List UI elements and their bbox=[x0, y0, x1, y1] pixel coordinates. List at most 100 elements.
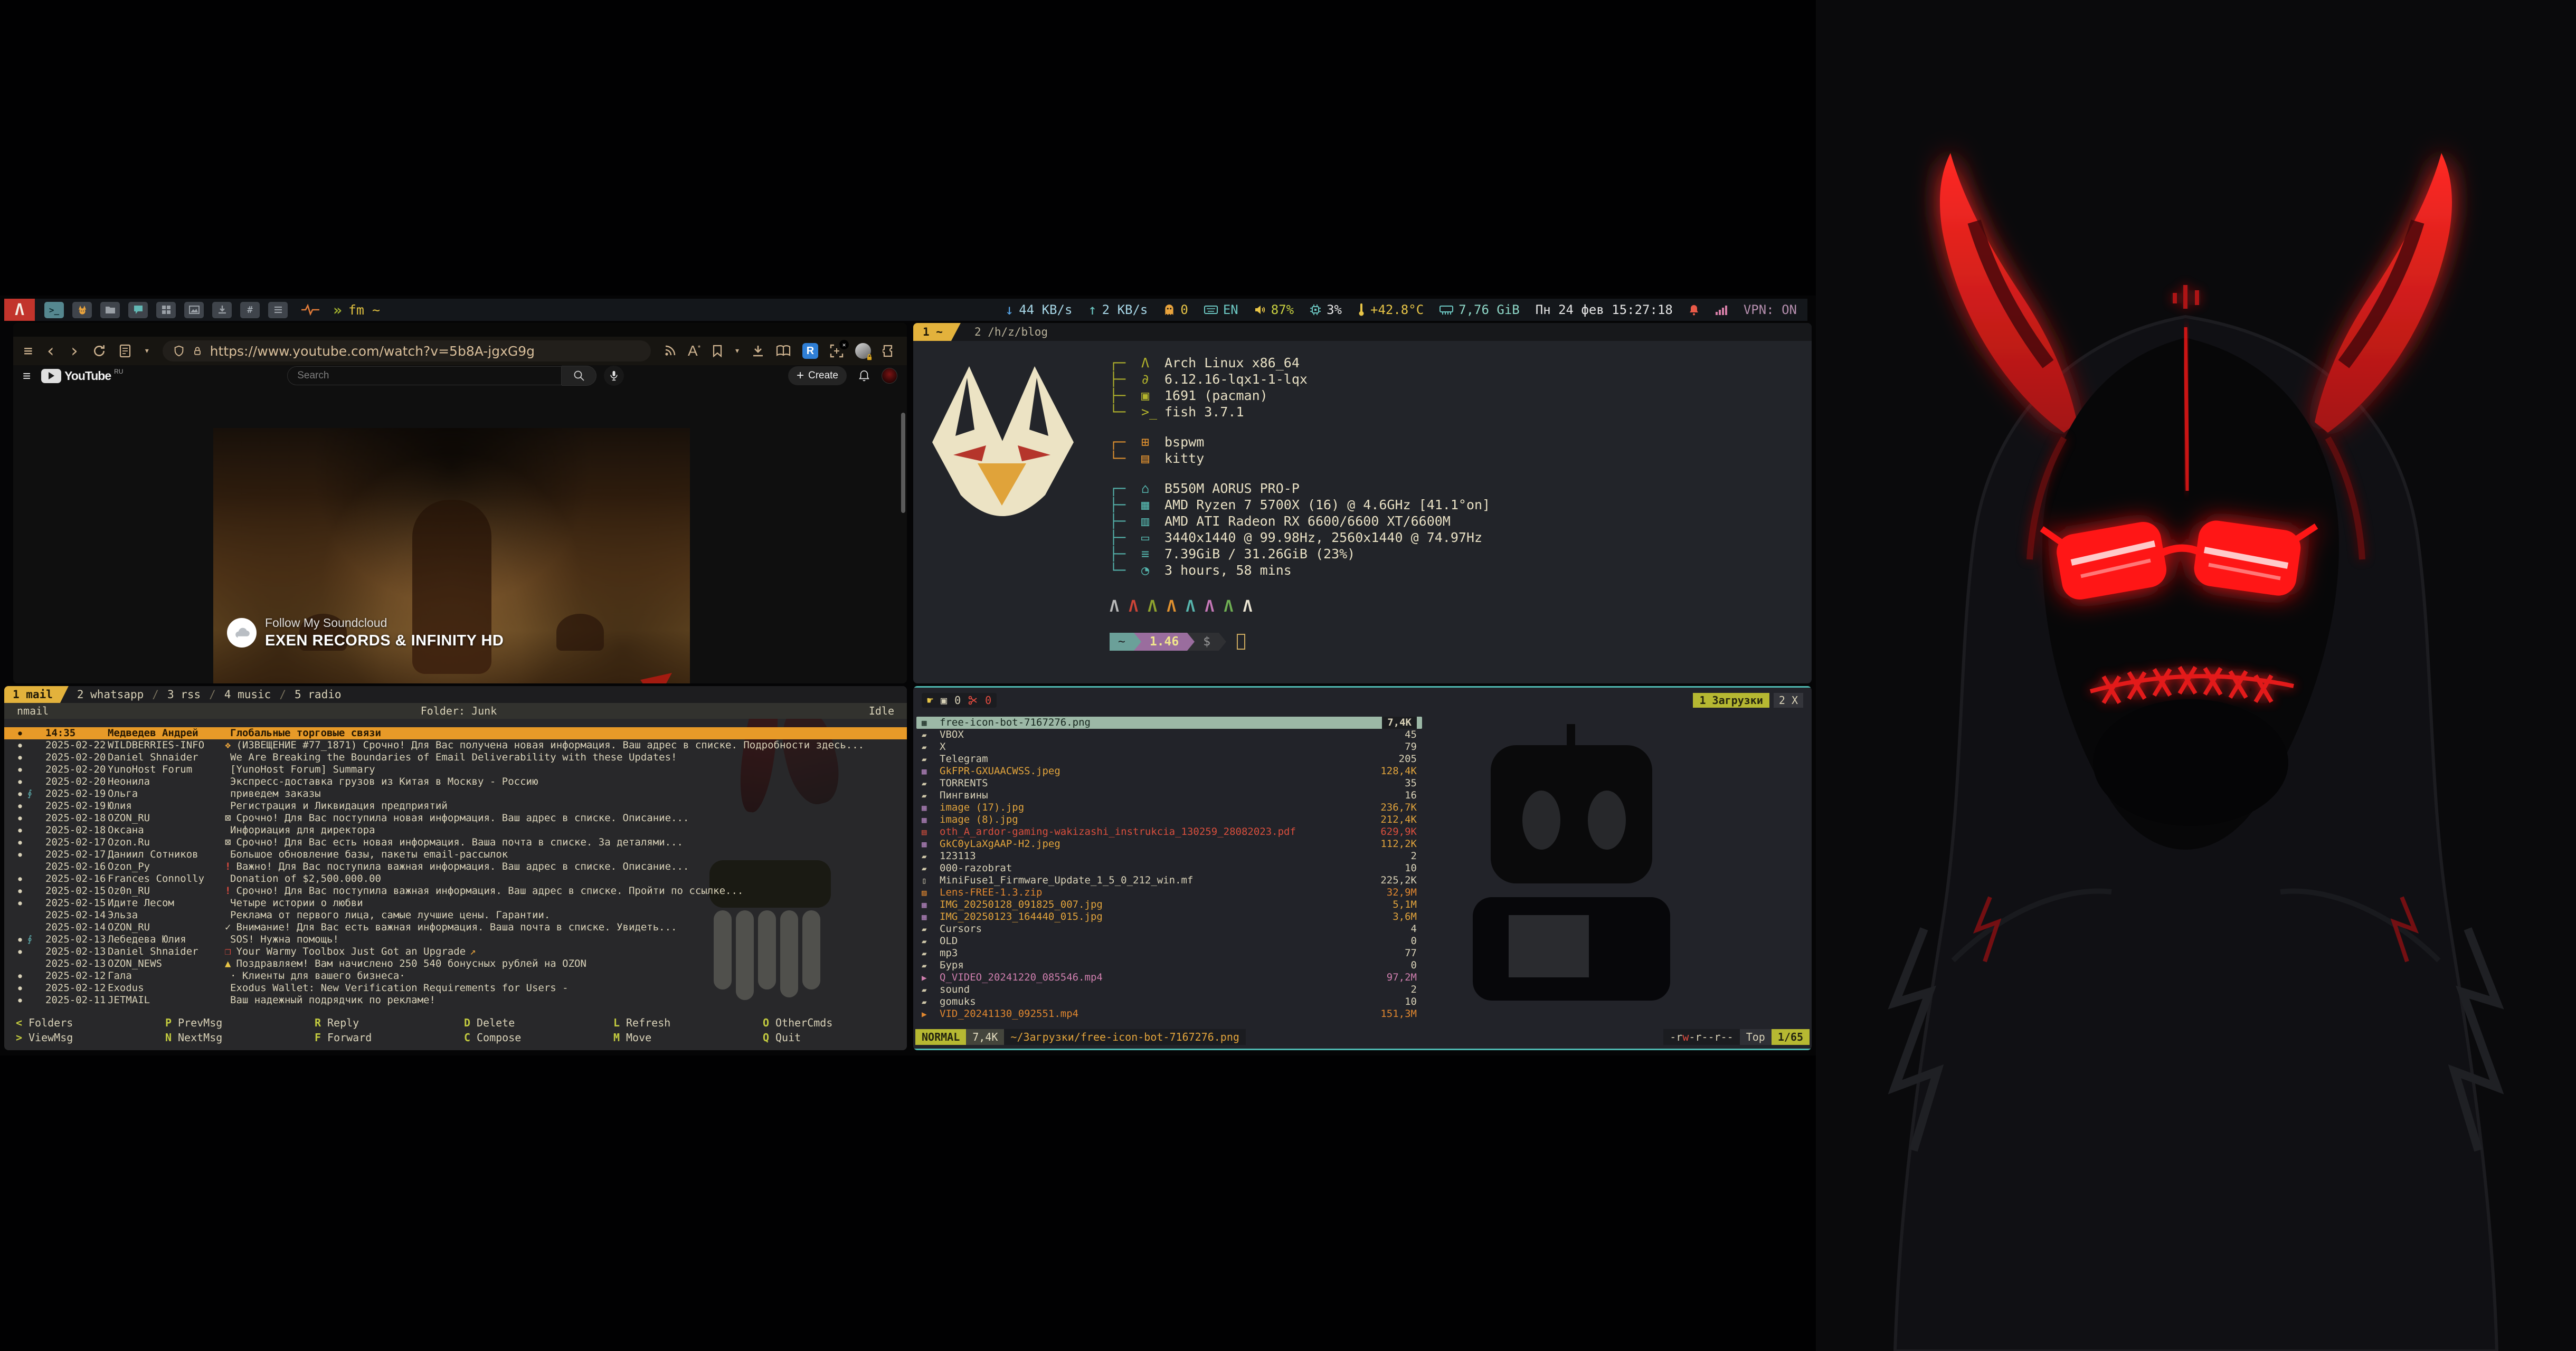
mail-tab[interactable]: 5 radio bbox=[271, 688, 341, 701]
translate-icon[interactable]: A* bbox=[688, 344, 700, 358]
net-down-module[interactable]: ↓ 44 KB/s bbox=[1005, 302, 1072, 318]
fm-file-row[interactable]: ▰ sound 2 bbox=[916, 984, 1422, 996]
mail-row[interactable]: ● 2025-02-18 OZON_RU ⊠Срочно! Для Вас по… bbox=[4, 812, 907, 824]
fm-file-row[interactable]: ▰ 123113 2 bbox=[916, 850, 1422, 862]
mail-row[interactable]: ● 2025-02-12 Гала · Клиенты для вашего б… bbox=[4, 970, 907, 982]
fm-file-row[interactable]: ▰ 000-razobrat 10 bbox=[916, 862, 1422, 874]
mail-row[interactable]: ● 2025-02-13 Daniel Shnaider ❒Your Warmy… bbox=[4, 946, 907, 958]
mail-tab[interactable]: 2 whatsapp bbox=[77, 688, 144, 701]
mail-row[interactable]: ● ∮ 2025-02-19 Ольга приведем заказы bbox=[4, 788, 907, 800]
avatar[interactable] bbox=[882, 368, 897, 384]
fm-file-row[interactable]: ▰ OLD 0 bbox=[916, 935, 1422, 947]
help-entry[interactable]: CCompose bbox=[452, 1032, 602, 1044]
create-button[interactable]: + Create bbox=[788, 366, 847, 385]
sidebar-reader-icon[interactable] bbox=[119, 344, 131, 358]
help-entry[interactable]: >ViewMsg bbox=[4, 1032, 154, 1044]
mail-row[interactable]: ● 2025-02-20 YunoHost Forum [YunoHost Fo… bbox=[4, 764, 907, 776]
fm-file-row[interactable]: ▰ TORRENTS 35 bbox=[916, 777, 1422, 789]
bookmark-icon[interactable] bbox=[712, 345, 723, 357]
fm-file-row[interactable]: ▦ GkFPR-GXUAACWSS.jpeg 128,4K bbox=[916, 765, 1422, 777]
cpu-module[interactable]: 3% bbox=[1310, 302, 1342, 317]
mail-row[interactable]: ● 2025-02-17 Даниил Сотников Большое обн… bbox=[4, 849, 907, 861]
help-entry[interactable]: QQuit bbox=[751, 1032, 901, 1044]
forward-icon[interactable]: › bbox=[69, 342, 79, 360]
reload-icon[interactable] bbox=[92, 344, 106, 358]
workspace-misc-icon[interactable]: # bbox=[240, 302, 260, 318]
bookmark-caret-icon[interactable]: ▾ bbox=[734, 346, 740, 356]
mail-row[interactable]: ● 2025-02-12 Exodus Exodus Wallet: New V… bbox=[4, 982, 907, 994]
browser-tab-strip[interactable] bbox=[13, 323, 907, 337]
workspace-files-icon[interactable] bbox=[100, 302, 120, 318]
mail-tab-active[interactable]: 1 mail bbox=[4, 686, 69, 703]
help-entry[interactable]: FForward bbox=[303, 1032, 452, 1044]
close-badge-icon[interactable]: ✕ bbox=[839, 340, 849, 349]
workspace-chat-icon[interactable] bbox=[128, 302, 148, 318]
voice-search-button[interactable] bbox=[604, 366, 624, 386]
fm-file-row[interactable]: ▰ gomuks 10 bbox=[916, 996, 1422, 1008]
clock-module[interactable]: Пн 24 фев 15:27:18 bbox=[1536, 302, 1673, 317]
mail-row[interactable]: ● ∮ 2025-02-13 Лебедева Юлия SOS! Нужна … bbox=[4, 934, 907, 946]
mail-row[interactable]: ● 2025-02-20 Неонила Экспресс-доставка г… bbox=[4, 776, 907, 788]
keyboard-layout-module[interactable]: EN bbox=[1204, 302, 1238, 317]
terminal-cursor[interactable] bbox=[1237, 634, 1245, 650]
extension-r-icon[interactable]: R bbox=[802, 343, 818, 359]
mail-row[interactable]: ● 2025-02-15 Oz0n_RU !Срочно! Для Вас по… bbox=[4, 885, 907, 897]
fm-file-row[interactable]: ▦ image (17).jpg 236,7K bbox=[916, 802, 1422, 814]
mail-row[interactable]: ● 2025-02-18 Оксана Инфориация для дирек… bbox=[4, 824, 907, 836]
net-up-module[interactable]: ↑ 2 KB/s bbox=[1088, 302, 1148, 318]
search-button[interactable] bbox=[562, 366, 596, 386]
notifications-ghost-module[interactable]: 0 bbox=[1163, 302, 1188, 317]
workspace-notes-icon[interactable] bbox=[268, 302, 288, 318]
back-icon[interactable]: ‹ bbox=[45, 342, 56, 360]
mail-row[interactable]: ● 2025-02-19 Юлия Регистрация и Ликвидац… bbox=[4, 800, 907, 812]
help-entry[interactable]: OOtherCmds bbox=[751, 1017, 901, 1029]
fm-tab-2[interactable]: 2 X bbox=[1774, 693, 1803, 708]
mail-tab[interactable]: 4 music bbox=[201, 688, 271, 701]
toolbar-caret-icon[interactable]: ▾ bbox=[144, 346, 150, 356]
fm-file-row[interactable]: ▦ GkC0yLaXgAAP-H2.jpeg 112,2K bbox=[916, 838, 1422, 850]
fm-file-row[interactable]: ▦ IMG_20250123_164440_015.jpg 3,6M bbox=[916, 911, 1422, 923]
terminal-tab-2[interactable]: 2 /h/z/blog bbox=[961, 323, 1062, 341]
help-entry[interactable]: RReply bbox=[303, 1017, 452, 1029]
search-input[interactable]: Search bbox=[287, 366, 562, 385]
fm-file-row[interactable]: ▰ VBOX 45 bbox=[916, 729, 1422, 741]
youtube-hamburger-icon[interactable]: ≡ bbox=[23, 368, 31, 384]
mail-row[interactable]: ● 2025-02-11 JETMAIL Ваш надежный подряд… bbox=[4, 994, 907, 1006]
shell-prompt[interactable]: ~ 1.46 $ bbox=[1110, 633, 1812, 651]
fm-file-row[interactable]: ▰ X 79 bbox=[916, 741, 1422, 753]
help-entry[interactable]: MMove bbox=[602, 1032, 751, 1044]
mail-row[interactable]: ● 2025-02-17 Ozon.Ru ⊠Срочно! Для Вас ес… bbox=[4, 836, 907, 849]
arch-logo-icon[interactable]: Λ bbox=[4, 299, 35, 321]
menu-hamburger-icon[interactable]: ≡ bbox=[24, 344, 33, 358]
fm-file-row[interactable]: ▰ Пингвины 16 bbox=[916, 789, 1422, 802]
fm-file-row[interactable]: ▶ VID_20241130_092551.mp4 151,3M bbox=[916, 1008, 1422, 1020]
help-entry[interactable]: NNextMsg bbox=[154, 1032, 303, 1044]
fm-file-row[interactable]: ▯ MiniFuse1_Firmware_Update_1_5_0_212_wi… bbox=[916, 874, 1422, 887]
mail-row[interactable]: ● 14:35 Медведев Андрей Глобальные торго… bbox=[4, 727, 907, 739]
profile-icon[interactable] bbox=[855, 343, 871, 359]
fm-tab-active[interactable]: 1 Загрузки bbox=[1693, 693, 1769, 708]
help-entry[interactable]: LRefresh bbox=[602, 1017, 751, 1029]
shield-icon[interactable] bbox=[173, 345, 185, 357]
fm-file-row[interactable]: ▶ Q_VIDEO_20241220_085546.mp4 97,2M bbox=[916, 972, 1422, 984]
workspace-terminal-icon[interactable]: >_ bbox=[44, 302, 64, 318]
browser-scrollbar[interactable] bbox=[901, 413, 905, 513]
temperature-module[interactable]: +42.8°C bbox=[1358, 302, 1424, 317]
video-player[interactable]: Follow My Soundcloud EXEN RECORDS & INFI… bbox=[213, 428, 690, 683]
notifications-bell-icon[interactable] bbox=[858, 369, 870, 382]
signal-module[interactable] bbox=[1715, 305, 1728, 315]
screenshot-icon[interactable]: ✕ bbox=[830, 344, 844, 358]
fm-file-row[interactable]: ▰ mp3 77 bbox=[916, 947, 1422, 959]
youtube-logo[interactable]: YouTube RU bbox=[41, 369, 123, 383]
memory-module[interactable]: 7,76 GiB bbox=[1439, 302, 1520, 317]
help-entry[interactable]: <Folders bbox=[4, 1017, 154, 1029]
bell-module[interactable] bbox=[1689, 304, 1699, 316]
url-bar[interactable]: https://www.youtube.com/watch?v=5b8A-jgx… bbox=[163, 340, 651, 361]
mail-row[interactable]: 2025-02-14 Эльза Реклама от первого лица… bbox=[4, 909, 907, 921]
workspace-windows-icon[interactable] bbox=[156, 302, 176, 318]
mail-tab[interactable]: 3 rss bbox=[144, 688, 201, 701]
mail-row[interactable]: 2025-02-13 OZON_NEWS ▲Поздравляем! Вам н… bbox=[4, 958, 907, 970]
puzzle-extensions-icon[interactable] bbox=[883, 344, 896, 358]
help-entry[interactable]: DDelete bbox=[452, 1017, 602, 1029]
mail-row[interactable]: ● 2025-02-16 Frances Connolly Donation o… bbox=[4, 873, 907, 885]
